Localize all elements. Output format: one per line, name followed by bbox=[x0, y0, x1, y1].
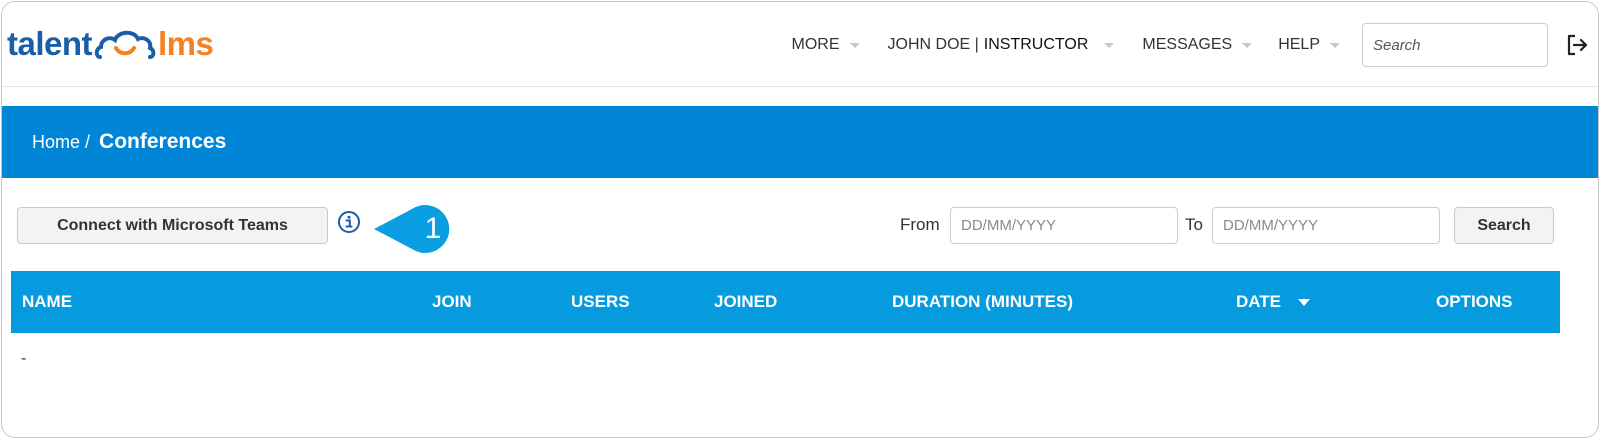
column-header-options: OPTIONS bbox=[1436, 292, 1513, 311]
nav-messages[interactable]: MESSAGES bbox=[1142, 36, 1253, 54]
nav-more-label: MORE bbox=[791, 36, 840, 53]
chevron-down-icon bbox=[1330, 42, 1340, 48]
from-date-field[interactable] bbox=[950, 207, 1178, 244]
connect-microsoft-teams-button[interactable]: Connect with Microsoft Teams bbox=[17, 207, 328, 244]
logo-text-lms: lms bbox=[158, 25, 214, 62]
nav-help[interactable]: HELP bbox=[1278, 36, 1340, 54]
breadcrumb-home[interactable]: Home / bbox=[32, 132, 90, 152]
to-date-field[interactable] bbox=[1212, 207, 1440, 244]
info-icon[interactable] bbox=[337, 210, 361, 234]
nav-help-label: HELP bbox=[1278, 36, 1320, 53]
column-header-name: NAME bbox=[22, 292, 73, 311]
talentlms-logo[interactable]: talent lms bbox=[7, 24, 214, 64]
chevron-down-icon bbox=[849, 42, 860, 48]
callout-number: 1 bbox=[424, 212, 442, 245]
annotation-callout: 1 bbox=[374, 205, 458, 253]
cloud-smile-icon bbox=[94, 30, 156, 59]
sort-desc-icon bbox=[1297, 299, 1310, 307]
column-header-date[interactable]: DATE bbox=[1236, 271, 1310, 333]
nav-more[interactable]: MORE bbox=[792, 36, 860, 54]
chevron-down-icon bbox=[1104, 42, 1115, 48]
column-header-duration: DURATION (MINUTES) bbox=[892, 292, 1073, 311]
column-header-users: USERS bbox=[571, 292, 630, 311]
search-button[interactable]: Search bbox=[1454, 207, 1554, 244]
column-header-date-label: DATE bbox=[1236, 292, 1282, 311]
nav-user-menu[interactable]: JOHN DOE | INSTRUCTOR bbox=[888, 36, 1115, 54]
nav-messages-label: MESSAGES bbox=[1142, 36, 1233, 53]
from-label: From bbox=[900, 215, 940, 234]
top-nav: MORE JOHN DOE | INSTRUCTOR MESSAGES HELP bbox=[764, 22, 1590, 68]
column-header-joined: JOINED bbox=[714, 292, 778, 311]
search-input[interactable] bbox=[1362, 23, 1548, 67]
breadcrumb: Home / Conferences bbox=[32, 130, 226, 154]
empty-table-placeholder: - bbox=[21, 350, 27, 367]
table-header: NAME JOIN USERS JOINED DURATION (MINUTES… bbox=[11, 271, 1560, 333]
logout-icon[interactable] bbox=[1564, 32, 1590, 58]
chevron-down-icon bbox=[1242, 42, 1253, 48]
page-title: Conferences bbox=[99, 130, 227, 153]
to-label: To bbox=[1185, 215, 1203, 234]
top-bar: talent lms MORE JOHN DOE | INSTRUCTOR ME… bbox=[2, 2, 1598, 87]
nav-user-role: INSTRUCTOR bbox=[983, 36, 1089, 53]
column-header-join: JOIN bbox=[432, 292, 472, 311]
nav-user-name: JOHN DOE | bbox=[887, 36, 979, 53]
logo-text-talent: talent bbox=[7, 25, 93, 62]
page-header-banner: Home / Conferences bbox=[2, 106, 1598, 178]
app-window: talent lms MORE JOHN DOE | INSTRUCTOR ME… bbox=[1, 1, 1599, 438]
